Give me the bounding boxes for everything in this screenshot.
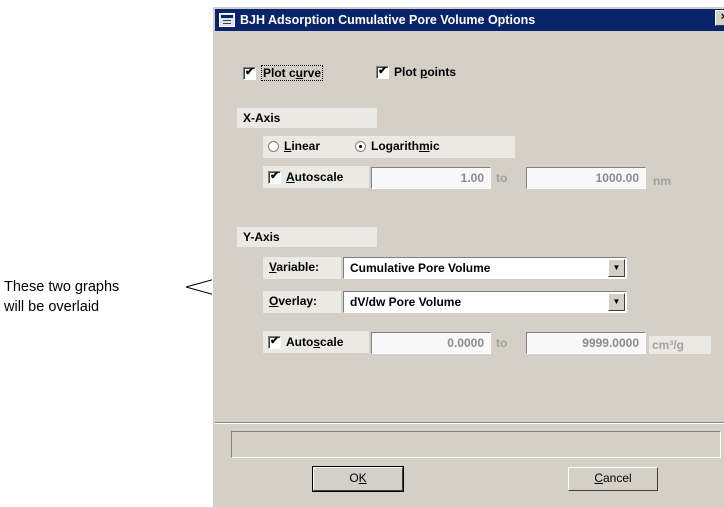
dialog-title: BJH Adsorption Cumulative Pore Volume Op… [240, 13, 536, 27]
checkbox-checked-icon [268, 169, 281, 184]
variable-label: Variable: [263, 257, 341, 279]
y-min-field[interactable]: 0.0000 [371, 332, 491, 354]
y-max-field[interactable]: 9999.0000 [526, 332, 646, 354]
plot-points-checkbox[interactable]: Plot points [376, 64, 457, 79]
x-min-field[interactable]: 1.00 [371, 167, 491, 189]
radio-selected-icon [355, 140, 366, 152]
callout-line-2: will be overlaid [4, 299, 100, 315]
variable-select[interactable]: Cumulative Pore Volume ▼ [343, 257, 627, 279]
cancel-button[interactable]: Cancel [568, 467, 658, 491]
overlay-select[interactable]: dV/dw Pore Volume ▼ [343, 291, 627, 313]
plot-points-label: Plot points [394, 65, 457, 79]
checkbox-checked-icon [376, 64, 389, 79]
x-autoscale-checkbox[interactable]: Autoscale [268, 169, 344, 184]
linear-label: Linear [284, 139, 321, 153]
window-icon [219, 13, 235, 27]
x-axis-heading: X-Axis [237, 108, 377, 128]
radio-unselected-icon [268, 140, 279, 152]
divider [215, 422, 724, 424]
x-to-label: to [496, 171, 508, 185]
checkbox-checked-icon [243, 65, 256, 80]
checkbox-checked-icon [268, 334, 281, 349]
plot-curve-label: Plot curve [261, 65, 324, 81]
dropdown-arrow-icon[interactable]: ▼ [608, 293, 625, 311]
x-autoscale-label: Autoscale [286, 170, 344, 184]
plot-curve-checkbox[interactable]: Plot curve [243, 65, 324, 81]
title-bar[interactable]: BJH Adsorption Cumulative Pore Volume Op… [215, 9, 724, 31]
logarithmic-radio[interactable]: Logarithmic [355, 139, 440, 153]
y-unit-label: cm³/g [649, 336, 711, 354]
y-to-label: to [496, 336, 508, 350]
y-autoscale-label: Autoscale [286, 335, 344, 349]
y-axis-heading: Y-Axis [237, 227, 377, 247]
logarithmic-label: Logarithmic [371, 139, 440, 153]
status-bar [231, 431, 721, 458]
x-max-field[interactable]: 1000.00 [526, 167, 646, 189]
x-unit-label: nm [653, 174, 671, 188]
ok-button[interactable]: OK [312, 466, 404, 492]
dropdown-arrow-icon[interactable]: ▼ [608, 259, 625, 277]
overlay-label: Overlay: [263, 291, 341, 313]
callout-annotation: These two graphs will be overlaid [4, 277, 119, 317]
close-button[interactable]: × [715, 10, 724, 26]
options-dialog: BJH Adsorption Cumulative Pore Volume Op… [212, 6, 724, 507]
linear-radio[interactable]: Linear [268, 139, 320, 153]
callout-line-1: These two graphs [4, 279, 120, 295]
y-autoscale-checkbox[interactable]: Autoscale [268, 334, 344, 349]
overlay-value: dV/dw Pore Volume [350, 295, 462, 309]
variable-value: Cumulative Pore Volume [350, 261, 491, 275]
